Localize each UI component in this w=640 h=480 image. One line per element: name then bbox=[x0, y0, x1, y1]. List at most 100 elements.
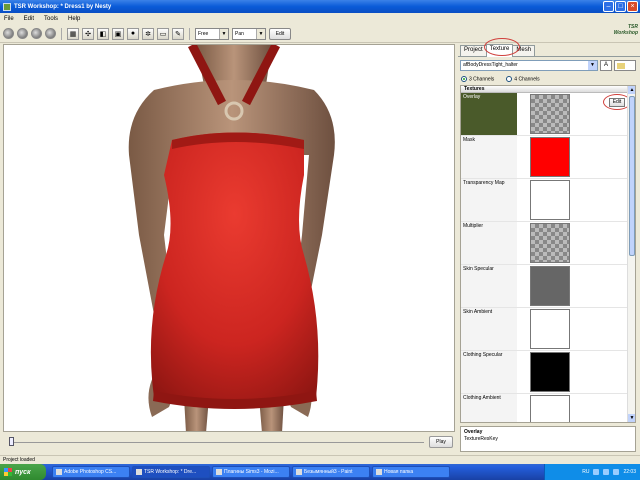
timeline-slider-handle[interactable] bbox=[9, 437, 14, 446]
pan-mode-select[interactable]: Pan ▼ bbox=[232, 27, 266, 40]
image-icon bbox=[617, 63, 625, 69]
texture-edit-button[interactable]: Edit bbox=[609, 98, 625, 107]
radio-4-channels[interactable] bbox=[506, 75, 513, 82]
start-label: пуск bbox=[15, 468, 31, 476]
tray-icon[interactable] bbox=[603, 469, 610, 475]
app-icon bbox=[3, 2, 11, 11]
task-tsr-workshop[interactable]: TSR Workshop: * Dre... bbox=[132, 466, 210, 478]
texture-row-multiplier[interactable]: Multiplier bbox=[461, 222, 635, 265]
texture-thumbnail[interactable] bbox=[530, 94, 570, 134]
windows-logo-icon bbox=[4, 468, 12, 476]
tray-icon[interactable] bbox=[593, 469, 600, 475]
bones-icon[interactable]: ✣ bbox=[82, 27, 94, 40]
texture-row-transparency-map[interactable]: Transparency Map bbox=[461, 179, 635, 222]
brush-icon[interactable]: ✎ bbox=[172, 27, 184, 40]
shading-smooth-button[interactable] bbox=[31, 28, 42, 39]
tray-icon[interactable] bbox=[613, 469, 620, 475]
folder-icon bbox=[376, 469, 382, 475]
lights-icon[interactable]: ● bbox=[127, 27, 139, 40]
grid-icon[interactable]: ▦ bbox=[67, 27, 79, 40]
texture-thumbnail[interactable] bbox=[530, 395, 570, 422]
status-bar: Project loaded bbox=[0, 455, 640, 464]
texture-row-skin-ambient[interactable]: Skin Ambient bbox=[461, 308, 635, 351]
joints-icon[interactable]: ✲ bbox=[142, 27, 154, 40]
scroll-up-icon[interactable]: ▲ bbox=[628, 86, 635, 94]
channel-3-option[interactable]: 3 Channels bbox=[461, 75, 495, 83]
channel-3-label: 3 Channels bbox=[469, 76, 495, 83]
camera-mode-value: Free bbox=[198, 30, 209, 37]
photoshop-icon bbox=[56, 469, 62, 475]
radio-3-channels[interactable] bbox=[461, 75, 467, 82]
3d-viewport[interactable] bbox=[3, 44, 455, 432]
camera-mode-select[interactable]: Free ▼ bbox=[195, 27, 229, 40]
animation-timeline: Play bbox=[3, 433, 455, 453]
textures-scrollbar[interactable]: ▲ ▼ bbox=[627, 86, 635, 422]
language-indicator[interactable]: RU bbox=[582, 469, 589, 475]
shading-textured-button[interactable] bbox=[45, 28, 56, 39]
image-options-button[interactable] bbox=[614, 60, 636, 71]
scroll-down-icon[interactable]: ▼ bbox=[628, 414, 635, 422]
texture-thumbnail[interactable] bbox=[530, 266, 570, 306]
scrollbar-thumb[interactable] bbox=[629, 96, 635, 256]
paint-icon bbox=[296, 469, 302, 475]
floor-icon[interactable]: ▭ bbox=[157, 27, 169, 40]
texture-row-overlay[interactable]: Overlay Edit bbox=[461, 93, 635, 136]
texture-label: Multiplier bbox=[461, 222, 517, 264]
texture-row-clothing-specular[interactable]: Clothing Specular bbox=[461, 351, 635, 394]
task-label: TSR Workshop: * Dre... bbox=[144, 469, 197, 475]
task-label: Плагины Sims3 - Mozi... bbox=[224, 469, 279, 475]
close-button[interactable]: × bbox=[627, 1, 638, 12]
start-button[interactable]: пуск bbox=[0, 464, 46, 480]
toolbar: ▦ ✣ ◧ ▣ ● ✲ ▭ ✎ Free ▼ Pan ▼ Edit bbox=[0, 25, 640, 43]
menu-file[interactable]: File bbox=[4, 16, 14, 22]
texture-thumbnail[interactable] bbox=[530, 352, 570, 392]
taskbar-tasks: Adobe Photoshop CS... TSR Workshop: * Dr… bbox=[52, 466, 450, 478]
tab-texture[interactable]: Texture bbox=[485, 44, 514, 57]
tab-project[interactable]: Project bbox=[460, 45, 487, 56]
uv-icon[interactable]: ▣ bbox=[112, 27, 124, 40]
task-paint[interactable]: Безымянный3 - Paint bbox=[292, 466, 370, 478]
texture-thumbnail[interactable] bbox=[530, 137, 570, 177]
task-label: Adobe Photoshop CS... bbox=[64, 469, 117, 475]
normals-icon[interactable]: ◧ bbox=[97, 27, 109, 40]
play-button[interactable]: Play bbox=[429, 436, 453, 448]
texture-thumbnail[interactable] bbox=[530, 309, 570, 349]
status-text: Project loaded bbox=[3, 457, 35, 463]
task-label: Новая папка bbox=[384, 469, 414, 475]
texture-row-skin-specular[interactable]: Skin Specular bbox=[461, 265, 635, 308]
mesh-group-select[interactable]: afBodyDressTight_halter ▼ bbox=[460, 60, 598, 71]
task-photoshop[interactable]: Adobe Photoshop CS... bbox=[52, 466, 130, 478]
task-folder[interactable]: Новая папка bbox=[372, 466, 450, 478]
tab-mesh[interactable]: Mesh bbox=[512, 45, 536, 56]
texture-thumbnail[interactable] bbox=[530, 223, 570, 263]
property-value: TextureResKey bbox=[464, 436, 498, 442]
texture-label: Overlay bbox=[461, 93, 517, 135]
texture-label: Transparency Map bbox=[461, 179, 517, 221]
texture-label: Clothing Specular bbox=[461, 351, 517, 393]
properties-panel: TSR Workshop Project Texture Mesh afBody… bbox=[458, 24, 640, 454]
menu-edit[interactable]: Edit bbox=[24, 16, 34, 22]
channel-4-option[interactable]: 4 Channels bbox=[506, 75, 540, 83]
texture-thumbnail[interactable] bbox=[530, 180, 570, 220]
task-firefox[interactable]: Плагины Sims3 - Mozi... bbox=[212, 466, 290, 478]
timeline-track[interactable] bbox=[9, 442, 424, 443]
texture-row-mask[interactable]: Mask bbox=[461, 136, 635, 179]
a-button[interactable]: A bbox=[600, 60, 612, 71]
texture-label: Mask bbox=[461, 136, 517, 178]
menu-help[interactable]: Help bbox=[68, 16, 80, 22]
pan-mode-value: Pan bbox=[235, 30, 244, 37]
dress-model-render bbox=[128, 45, 335, 431]
toolbar-edit-button[interactable]: Edit bbox=[269, 27, 291, 40]
texture-label: Skin Specular bbox=[461, 265, 517, 307]
shading-wire-button[interactable] bbox=[3, 28, 14, 39]
minimize-button[interactable]: – bbox=[603, 1, 614, 12]
menu-tools[interactable]: Tools bbox=[44, 16, 58, 22]
system-tray: RU 22:03 bbox=[544, 464, 640, 480]
panel-tabs: Project Texture Mesh bbox=[458, 44, 640, 57]
shading-flat-button[interactable] bbox=[17, 28, 28, 39]
maximize-button[interactable]: □ bbox=[615, 1, 626, 12]
channel-4-label: 4 Channels bbox=[514, 76, 540, 83]
clock: 22:03 bbox=[623, 469, 636, 475]
texture-row-clothing-ambient[interactable]: Clothing Ambient bbox=[461, 394, 635, 422]
title-bar: TSR Workshop: * Dress1 by Nesty – □ × bbox=[0, 0, 640, 13]
